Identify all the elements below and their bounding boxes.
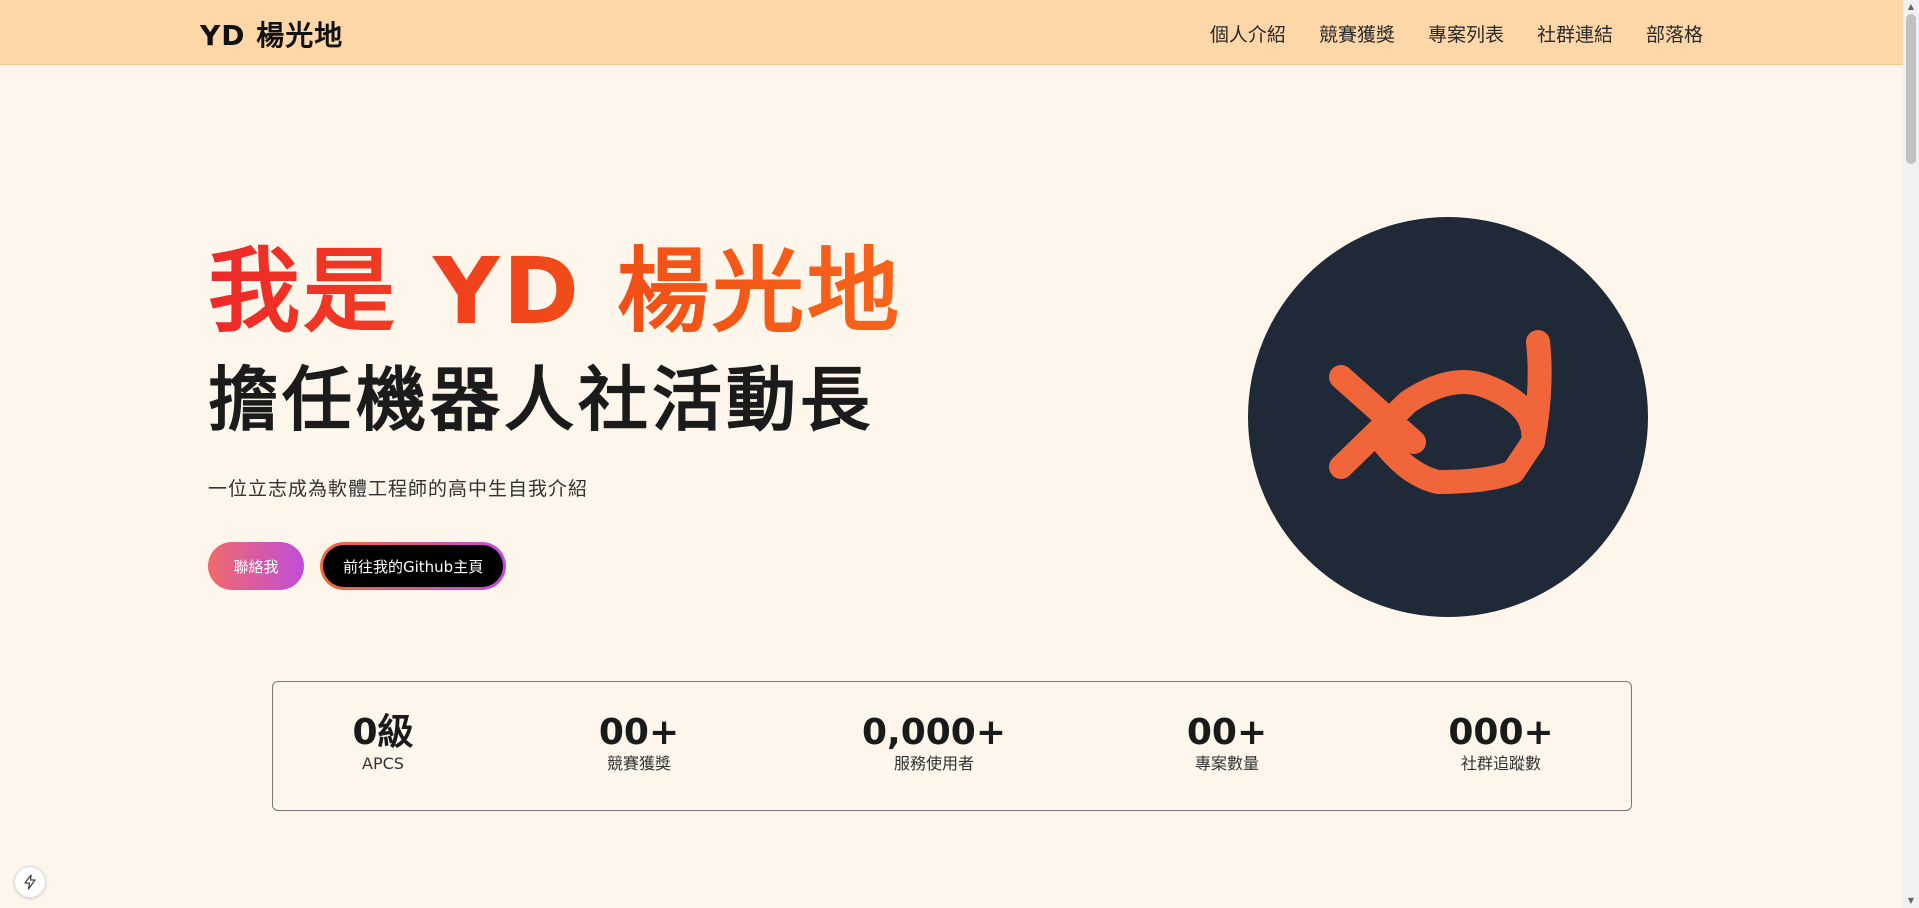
nav-link-awards[interactable]: 競賽獲獎 (1319, 20, 1395, 47)
stat-projects: 00+ 專案數量 (1187, 712, 1267, 774)
nav-link-about[interactable]: 個人介紹 (1210, 20, 1286, 47)
stats-card: 0級 APCS 00+ 競賽獲獎 0,000+ 服務使用者 00+ 專案數量 0… (272, 681, 1632, 811)
nav-link-social[interactable]: 社群連結 (1537, 20, 1613, 47)
stat-awards: 00+ 競賽獲獎 (599, 712, 679, 774)
stat-value: 000+ (1448, 712, 1554, 753)
scroll-up-arrow-icon[interactable]: ▲ (1906, 2, 1916, 12)
github-button[interactable]: 前往我的Github主頁 (323, 545, 504, 587)
top-navbar: YD 楊光地 個人介紹 競賽獲獎 專案列表 社群連結 部落格 (0, 0, 1903, 65)
nav-links: 個人介紹 競賽獲獎 專案列表 社群連結 部落格 (1210, 20, 1703, 47)
hero-subtitle: 擔任機器人社活動長 (208, 359, 874, 441)
scroll-down-arrow-icon[interactable]: ▼ (1906, 896, 1916, 906)
devtools-badge[interactable] (14, 866, 46, 898)
nav-link-blog[interactable]: 部落格 (1646, 20, 1703, 47)
stat-value: 0級 (352, 712, 414, 753)
profile-logo (1248, 217, 1648, 617)
stat-value: 00+ (1186, 712, 1268, 753)
yd-logo-icon (1329, 330, 1552, 494)
stat-label: 服務使用者 (893, 754, 975, 773)
hero-buttons: 聯絡我 前往我的Github主頁 (208, 542, 507, 590)
lightning-icon (24, 874, 36, 890)
hero-section: 我是 YD 楊光地 擔任機器人社活動長 一位立志成為軟體工程師的高中生自我介紹 … (208, 232, 902, 590)
scrollbar-thumb[interactable] (1906, 14, 1916, 164)
contact-button[interactable]: 聯絡我 (208, 542, 304, 590)
hero-title: 我是 YD 楊光地 (208, 232, 902, 352)
brand-logo-text[interactable]: YD 楊光地 (200, 14, 343, 54)
stat-followers: 000+ 社群追蹤數 (1448, 712, 1553, 774)
stat-apcs: 0級 APCS (352, 712, 413, 774)
stat-value: 0,000+ (861, 712, 1007, 753)
hero-description: 一位立志成為軟體工程師的高中生自我介紹 (208, 478, 589, 500)
nav-link-projects[interactable]: 專案列表 (1428, 20, 1504, 47)
stat-label: 競賽獲獎 (606, 754, 672, 773)
stat-label: APCS (362, 754, 404, 773)
github-button-border: 前往我的Github主頁 (320, 542, 507, 590)
stat-value: 00+ (598, 712, 680, 753)
stat-users: 0,000+ 服務使用者 (862, 712, 1006, 774)
stat-label: 社群追蹤數 (1460, 754, 1541, 773)
stat-label: 專案數量 (1194, 754, 1260, 773)
